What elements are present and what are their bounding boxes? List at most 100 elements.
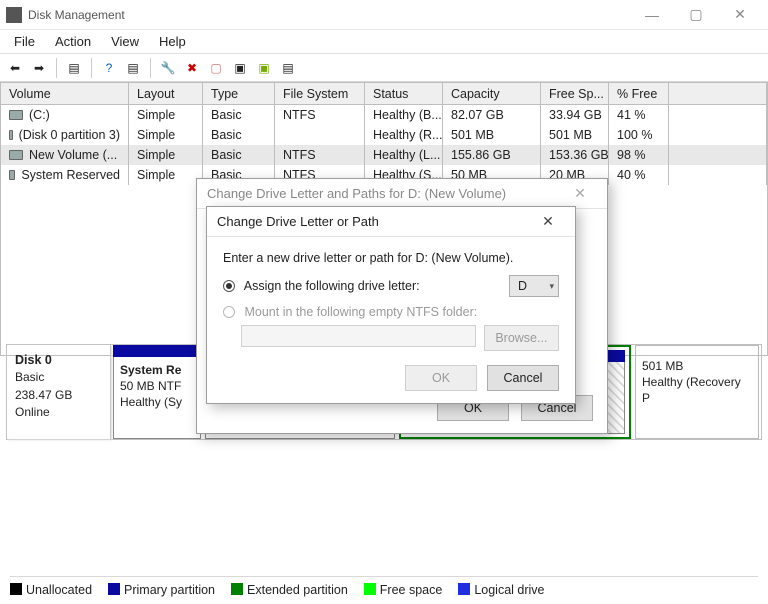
dialog2-title: Change Drive Letter or Path (217, 214, 379, 229)
disk-label: Disk 0 (15, 353, 52, 367)
col-type[interactable]: Type (203, 83, 275, 104)
grid-body: (C:)SimpleBasicNTFSHealthy (B...82.07 GB… (1, 105, 767, 185)
toolbar: ⬅ ➡ ▤ ? ▤ 🔧 ✖ ▢ ▣ ▣ ▤ (0, 54, 768, 82)
radio-icon (223, 280, 235, 292)
col-filesystem[interactable]: File System (275, 83, 365, 104)
radio-mount-folder[interactable]: Mount in the following empty NTFS folder… (223, 305, 477, 319)
col-pctfree[interactable]: % Free (609, 83, 669, 104)
nav-back-icon[interactable]: ⬅ (4, 57, 26, 79)
menu-file[interactable]: File (4, 32, 45, 51)
dialog1-close-icon[interactable]: ✕ (563, 182, 597, 206)
volume-icon (9, 170, 15, 180)
cell: 501 MB (443, 125, 541, 145)
part-line2: 50 MB NTF (120, 379, 181, 393)
chevron-down-icon: ▾ (549, 281, 554, 292)
nav-forward-icon[interactable]: ➡ (28, 57, 50, 79)
table-row[interactable]: (C:)SimpleBasicNTFSHealthy (B...82.07 GB… (1, 105, 767, 125)
disk-info[interactable]: Disk 0 Basic 238.47 GB Online (7, 345, 111, 439)
dialog2-ok-button[interactable]: OK (405, 365, 477, 391)
cell: 40 % (609, 165, 669, 185)
menu-view[interactable]: View (101, 32, 149, 51)
col-freespace[interactable]: Free Sp... (541, 83, 609, 104)
cell: NTFS (275, 105, 365, 125)
dialog1-titlebar[interactable]: Change Drive Letter and Paths for D: (Ne… (197, 179, 607, 209)
cell: Healthy (R... (365, 125, 443, 145)
table-row[interactable]: (Disk 0 partition 3)SimpleBasic Healthy (… (1, 125, 767, 145)
cell: Healthy (L... (365, 145, 443, 165)
cell: NTFS (275, 145, 365, 165)
menu-help[interactable]: Help (149, 32, 196, 51)
cell: (C:) (1, 105, 129, 125)
close-button[interactable]: ✕ (718, 1, 762, 29)
cell: Healthy (B... (365, 105, 443, 125)
minimize-button[interactable]: — (630, 1, 674, 29)
volume-icon (9, 130, 13, 140)
cell: 501 MB (541, 125, 609, 145)
radio-assign-letter[interactable]: Assign the following drive letter: (223, 279, 420, 293)
legend-extended: Extended partition (231, 583, 348, 597)
dialog1-title: Change Drive Letter and Paths for D: (Ne… (207, 186, 506, 201)
dialog2-instruction: Enter a new drive letter or path for D: … (223, 251, 559, 265)
disk-type: Basic (15, 370, 44, 384)
table-row[interactable]: New Volume (...SimpleBasicNTFSHealthy (L… (1, 145, 767, 165)
toolbar-sep (150, 58, 151, 78)
action-b-icon[interactable]: ▣ (229, 57, 251, 79)
partition-system-reserved[interactable]: System Re 50 MB NTF Healthy (Sy (113, 345, 201, 439)
action-a-icon[interactable]: ▢ (205, 57, 227, 79)
legend-primary: Primary partition (108, 583, 215, 597)
help-icon[interactable]: ? (98, 57, 120, 79)
cell: Simple (129, 125, 203, 145)
cell: 153.36 GB (541, 145, 609, 165)
col-volume[interactable]: Volume (1, 83, 129, 104)
part-line2: Healthy (Recovery P (642, 375, 741, 405)
dialog-change-drive-letter: Change Drive Letter or Path ✕ Enter a ne… (206, 206, 576, 404)
delete-icon[interactable]: ✖ (181, 57, 203, 79)
volume-icon (9, 110, 23, 120)
col-capacity[interactable]: Capacity (443, 83, 541, 104)
grid-header: Volume Layout Type File System Status Ca… (1, 83, 767, 105)
legend: Unallocated Primary partition Extended p… (10, 576, 758, 596)
browse-button: Browse... (484, 325, 559, 351)
dialog2-cancel-button[interactable]: Cancel (487, 365, 559, 391)
cell: Basic (203, 145, 275, 165)
radio1-label: Assign the following drive letter: (244, 279, 420, 293)
maximize-button[interactable]: ▢ (674, 1, 718, 29)
legend-unallocated: Unallocated (10, 583, 92, 597)
cell: (Disk 0 partition 3) (1, 125, 129, 145)
cell: System Reserved (1, 165, 129, 185)
cell: Simple (129, 165, 203, 185)
cell (669, 165, 767, 185)
cell: Basic (203, 125, 275, 145)
dialog2-titlebar[interactable]: Change Drive Letter or Path ✕ (207, 207, 575, 237)
app-icon (6, 7, 22, 23)
col-layout[interactable]: Layout (129, 83, 203, 104)
drive-letter-dropdown[interactable]: D ▾ (509, 275, 559, 297)
menubar: File Action View Help (0, 30, 768, 54)
part-line1: 501 MB (642, 359, 683, 373)
dialog2-close-icon[interactable]: ✕ (531, 210, 565, 234)
properties-icon[interactable]: 🔧 (157, 57, 179, 79)
cell: Basic (203, 105, 275, 125)
col-extra[interactable] (669, 83, 767, 104)
cell: 155.86 GB (443, 145, 541, 165)
action-d-icon[interactable]: ▤ (277, 57, 299, 79)
volume-icon (9, 150, 23, 160)
legend-logical: Logical drive (458, 583, 544, 597)
show-hide-console-icon[interactable]: ▤ (63, 57, 85, 79)
action-c-icon[interactable]: ▣ (253, 57, 275, 79)
cell: Simple (129, 145, 203, 165)
titlebar: Disk Management — ▢ ✕ (0, 0, 768, 30)
cell (275, 125, 365, 145)
menu-action[interactable]: Action (45, 32, 101, 51)
part-line3: Healthy (Sy (120, 395, 182, 409)
legend-free: Free space (364, 583, 443, 597)
cell: 33.94 GB (541, 105, 609, 125)
radio-icon (223, 306, 235, 318)
drive-letter-value: D (518, 279, 527, 293)
part-title: System Re (120, 363, 181, 377)
col-status[interactable]: Status (365, 83, 443, 104)
partition-recovery[interactable]: 501 MB Healthy (Recovery P (635, 345, 759, 439)
cell: 82.07 GB (443, 105, 541, 125)
refresh-icon[interactable]: ▤ (122, 57, 144, 79)
cell: 98 % (609, 145, 669, 165)
